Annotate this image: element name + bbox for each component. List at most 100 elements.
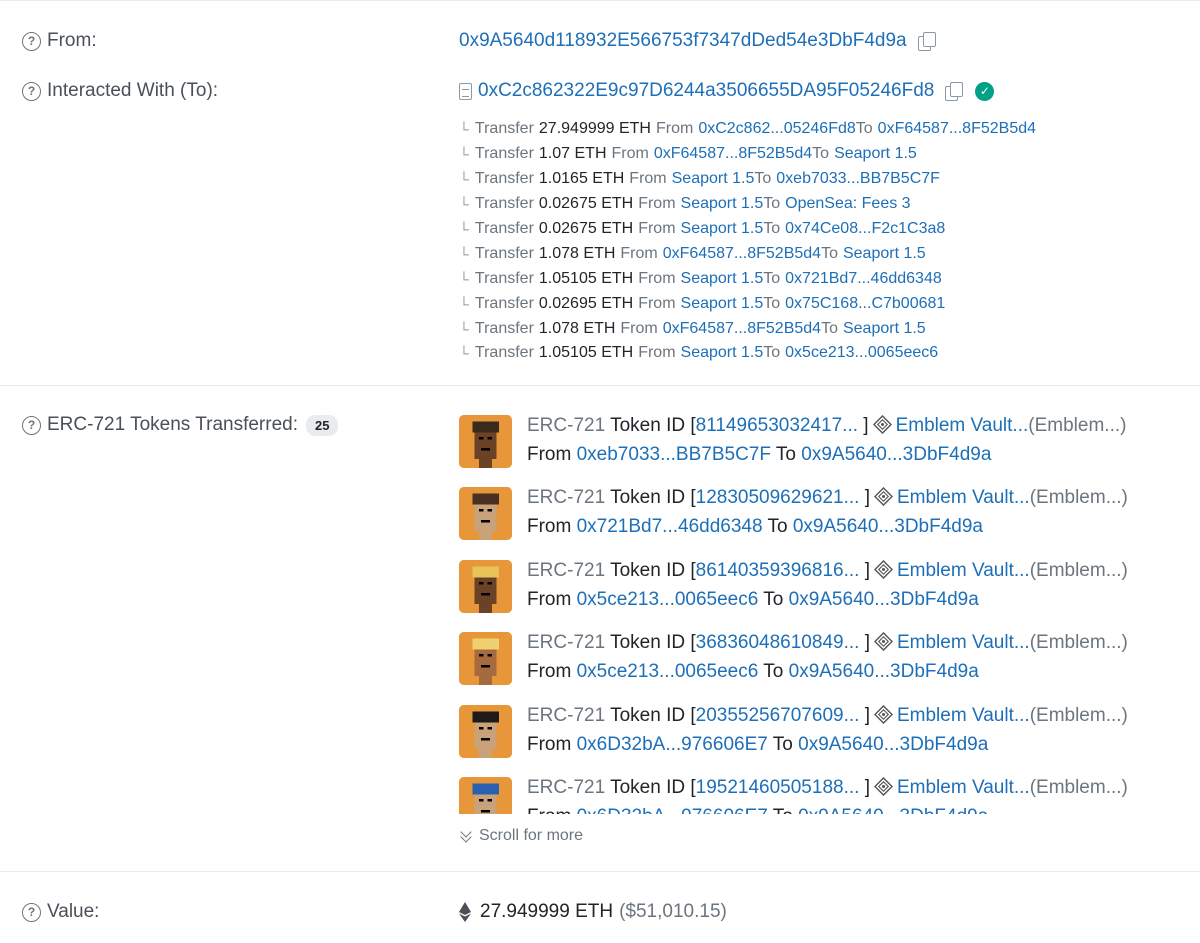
token-from-to-line: From 0x6D32bA...976606E7 To 0x9A5640...3… [527, 734, 988, 756]
token-collection-link[interactable]: Emblem Vault... [897, 487, 1030, 508]
token-from-to-line: From 0x721Bd7...46dd6348 To 0x9A5640...3… [527, 516, 983, 538]
token-collection-link[interactable]: Emblem Vault... [896, 415, 1029, 436]
transfer-from-link[interactable]: Seaport 1.5 [681, 344, 764, 362]
transfer-to-link[interactable]: OpenSea: Fees 3 [785, 195, 910, 213]
token-id-link[interactable]: 20355256707609... [696, 705, 860, 726]
transfer-row: └ Transfer 1.078 ETH From 0xF64587...8F52B5d… [459, 241, 1036, 266]
emblem-vault-icon [873, 704, 893, 724]
chevrons-down-icon [459, 828, 473, 844]
token-collection-link[interactable]: Emblem Vault... [897, 560, 1030, 581]
from-label: From: [47, 30, 97, 51]
token-to-label: To [775, 444, 796, 465]
token-id-link[interactable]: 36836048610849... [696, 632, 860, 653]
transfer-to-link[interactable]: Seaport 1.5 [834, 145, 917, 163]
token-collection-link[interactable]: Emblem Vault... [897, 705, 1030, 726]
token-from-link[interactable]: 0x6D32bA...976606E7 [577, 734, 768, 755]
token-to-link[interactable]: 0x9A5640...3DbF4d9a [798, 806, 988, 814]
transfer-from-link[interactable]: 0xF64587...8F52B5d4 [663, 245, 821, 263]
token-from-link[interactable]: 0xeb7033...BB7B5C7F [577, 444, 771, 465]
token-line: ERC-721 Token ID [36836048610849... ] Emb… [527, 632, 1128, 654]
transfer-from-word: From [638, 294, 676, 312]
transfer-to-link[interactable]: 0xF64587...8F52B5d4 [878, 120, 1036, 138]
transfer-to-link[interactable]: Seaport 1.5 [843, 245, 926, 263]
transfer-from-link[interactable]: Seaport 1.5 [672, 170, 755, 188]
transfer-to-link[interactable]: 0x5ce213...0065eec6 [785, 344, 938, 362]
token-id-link[interactable]: 81149653032417... [696, 415, 858, 436]
nft-avatar[interactable] [459, 632, 512, 686]
token-to-label: To [763, 661, 784, 683]
token-id-label: Token ID [610, 415, 686, 436]
nft-avatar[interactable] [459, 776, 512, 814]
token-count-badge: 25 [306, 414, 339, 436]
token-to-link[interactable]: 0x9A5640...3DbF4d9a [789, 661, 979, 682]
transfer-from-link[interactable]: Seaport 1.5 [681, 195, 764, 213]
nft-avatar[interactable] [459, 559, 512, 613]
tree-corner-icon: └ [459, 221, 469, 237]
token-standard: ERC-721 [527, 487, 606, 509]
from-address-link[interactable]: 0x9A5640d118932E566753f7347dDed54e3DbF4d… [459, 30, 907, 52]
token-standard: ERC-721 [527, 776, 606, 798]
transfer-row: └ Transfer 1.05105 ETH From Seaport 1.5 To 0x7… [459, 266, 1036, 291]
scroll-for-more[interactable]: Scroll for more [459, 827, 583, 845]
transfer-to-link[interactable]: 0x75C168...C7b00681 [785, 295, 945, 313]
transfer-amount: 0.02695 ETH [538, 294, 634, 312]
transfer-row: └ Transfer 1.07 ETH From 0xF64587...8F52B5d4… [459, 142, 1036, 167]
token-id-link[interactable]: 12830509629621... [696, 487, 860, 508]
transfer-to-word: To [855, 120, 873, 138]
transfer-amount: 1.0165 ETH [538, 170, 625, 188]
transfer-from-word: From [638, 195, 676, 213]
transfer-from-link[interactable]: Seaport 1.5 [681, 270, 764, 288]
token-to-link[interactable]: 0x9A5640...3DbF4d9a [801, 444, 991, 465]
transfer-to-link[interactable]: 0xeb7033...BB7B5C7F [776, 170, 940, 188]
nft-avatar[interactable] [459, 415, 512, 468]
transfer-from-link[interactable]: 0xC2c862...05246Fd8 [698, 120, 855, 138]
tree-corner-icon: └ [459, 295, 469, 312]
token-to-link[interactable]: 0x9A5640...3DbF4d9a [793, 516, 983, 537]
token-row: ERC-721 Token ID [86140359396816... ] Emb… [459, 550, 1159, 622]
nft-avatar[interactable] [459, 704, 512, 758]
emblem-vault-icon [873, 559, 893, 579]
copy-icon[interactable] [916, 31, 936, 51]
token-from-to-line: From 0x5ce213...0065eec6 To 0x9A5640...3… [527, 661, 979, 683]
transfer-from-link[interactable]: Seaport 1.5 [681, 295, 764, 313]
token-from-label: From [527, 444, 572, 465]
token-id-label: Token ID [610, 632, 686, 654]
token-collection-link[interactable]: Emblem Vault... [897, 777, 1030, 798]
transfer-to-link[interactable]: 0x74Ce08...F2c1C3a8 [785, 220, 945, 238]
token-to-label: To [767, 516, 788, 538]
emblem-vault-icon [873, 776, 893, 796]
token-from-to-line: From 0x6D32bA...976606E7 To 0x9A5640...3… [527, 806, 988, 814]
transfer-to-link[interactable]: 0x721Bd7...46dd6348 [785, 270, 942, 288]
interacted-address-link[interactable]: 0xC2c862322E9c97D6244a3506655DA95F05246F… [478, 80, 934, 102]
transfer-to-link[interactable]: Seaport 1.5 [843, 320, 926, 338]
token-to-link[interactable]: 0x9A5640...3DbF4d9a [798, 734, 988, 755]
transfer-from-link[interactable]: 0xF64587...8F52B5d4 [663, 320, 821, 338]
transfer-from-link[interactable]: 0xF64587...8F52B5d4 [654, 145, 812, 163]
token-collection-link[interactable]: Emblem Vault... [897, 632, 1030, 653]
token-line: ERC-721 Token ID [86140359396816... ] Emb… [527, 559, 1128, 582]
help-icon[interactable]: ? [22, 415, 41, 435]
token-to-link[interactable]: 0x9A5640...3DbF4d9a [789, 589, 979, 610]
nft-avatar[interactable] [459, 487, 512, 541]
token-id-close-bracket: ] [864, 559, 870, 581]
copy-icon[interactable] [943, 81, 964, 101]
token-from-link[interactable]: 0x721Bd7...46dd6348 [577, 516, 763, 537]
token-from-link[interactable]: 0x5ce213...0065eec6 [577, 661, 759, 682]
token-from-link[interactable]: 0x6D32bA...976606E7 [577, 806, 768, 814]
transfer-to-word: To [763, 294, 781, 312]
help-icon[interactable]: ? [22, 81, 41, 101]
help-icon[interactable]: ? [22, 31, 41, 51]
transfer-word: Transfer [474, 195, 534, 213]
token-from-link[interactable]: 0x5ce213...0065eec6 [577, 589, 759, 610]
erc721-token-list[interactable]: ERC-721 Token ID [81149653032417... ] Emb… [459, 405, 1159, 814]
transfer-from-word: From [638, 269, 676, 287]
token-to-label: To [773, 806, 793, 814]
transfer-from-word: From [655, 120, 694, 138]
transfer-row: └ Transfer 27.949999 ETH From 0xC2c862...052… [459, 117, 1036, 142]
transfer-from-link[interactable]: Seaport 1.5 [681, 220, 764, 238]
token-id-link[interactable]: 86140359396816... [696, 560, 860, 581]
tree-corner-icon: └ [459, 345, 469, 362]
help-icon[interactable]: ? [22, 902, 41, 922]
transfer-amount: 0.02675 ETH [538, 220, 634, 237]
token-id-link[interactable]: 19521460505188... [696, 777, 860, 798]
